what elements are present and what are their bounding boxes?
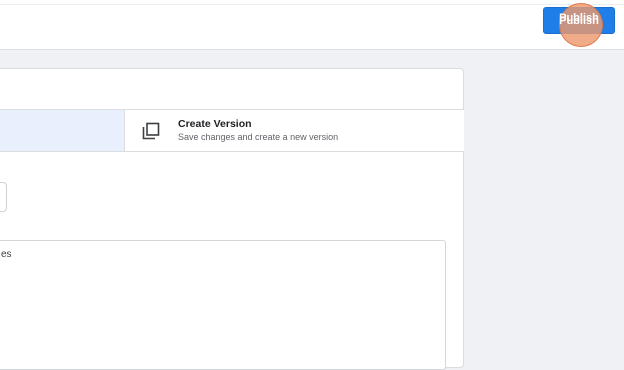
create-version-title: Create Version	[178, 118, 252, 130]
version-name-input[interactable]	[0, 182, 7, 212]
publish-button-label: Publish	[559, 15, 599, 27]
version-description-field[interactable]: es	[0, 240, 446, 370]
publish-button[interactable]: Publish	[543, 7, 615, 34]
option-create-version[interactable]: Create Version Save changes and create a…	[125, 110, 464, 151]
submission-options: Create Version Save changes and create a…	[0, 109, 464, 152]
copy-stack-icon	[142, 122, 160, 140]
create-version-description: Save changes and create a new version	[178, 132, 339, 142]
top-header-bar	[0, 5, 624, 50]
option-publish-selected[interactable]	[0, 110, 125, 151]
version-description-text: es	[1, 249, 12, 260]
